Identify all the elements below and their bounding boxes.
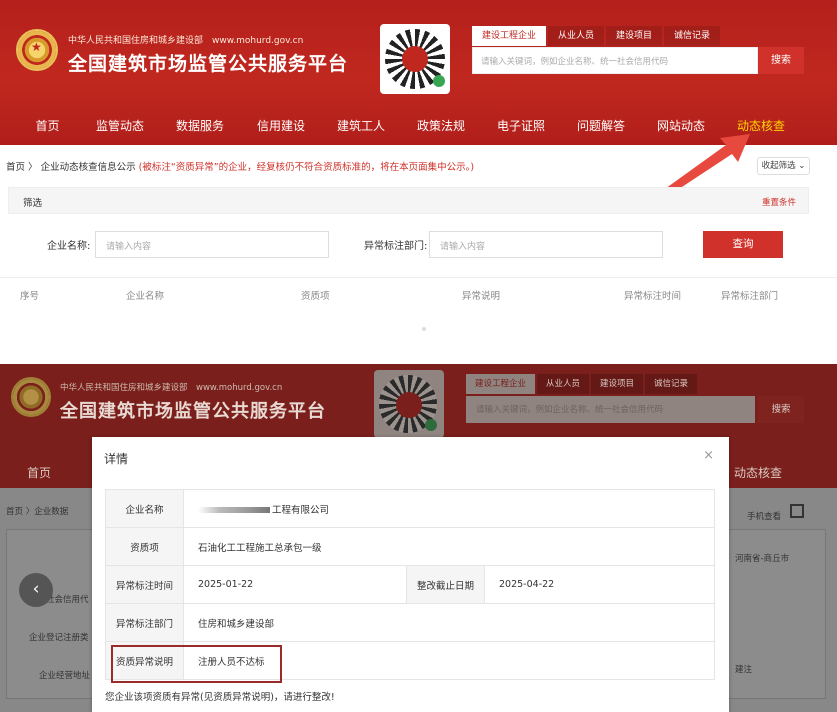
search-tab-personnel[interactable]: 从业人员 <box>548 26 605 46</box>
chevron-right-icon: 〉 <box>28 162 41 173</box>
nav-credit[interactable]: 信用建设 <box>255 108 307 144</box>
search-tabs: 建设工程企业 从业人员 建设项目 诚信记录 <box>472 26 721 46</box>
nav-qa[interactable]: 问题解答 <box>575 108 627 144</box>
registration-type-label: 企业登记注册类 <box>29 633 89 643</box>
nav-home: 首页 <box>27 466 52 480</box>
close-icon[interactable]: × <box>703 448 714 463</box>
company-info-card: 统一社会信用代 企业登记注册类 企业经营地址 <box>6 529 94 699</box>
mini-program-code-icon <box>379 375 437 433</box>
table-row: 异常标注时间 2025-01-22 整改截止日期 2025-04-22 <box>105 565 715 604</box>
rectification-notice: 您企业该项资质有异常(见资质异常说明)，请进行整改! <box>105 692 335 703</box>
col-abnormal-time: 异常标注时间 <box>624 291 682 302</box>
filter-title: 筛选 <box>23 198 43 209</box>
national-emblem-icon: ★ <box>16 29 58 71</box>
site-subtitle: 中华人民共和国住房和城乡建设部 www.mohurd.gov.cn <box>68 36 304 46</box>
table-row: 企业名称 工程有限公司 <box>105 489 715 528</box>
search-input: 请输入关键词，例如企业名称、统一社会信用代码 <box>466 396 755 423</box>
company-name-suffix: 工程有限公司 <box>272 504 330 516</box>
company-info-card-right: 河南省-商丘市 建注 <box>726 529 826 699</box>
filter-bar: 筛选 重置条件 <box>8 187 809 214</box>
abnormal-dept-key: 异常标注部门 <box>105 603 184 642</box>
mobile-view-link: 手机查看 <box>747 512 782 522</box>
company-name-label: 企业名称: <box>47 241 91 252</box>
search-button: 搜索 <box>758 396 804 423</box>
search-tab-credit: 诚信记录 <box>645 374 698 394</box>
search-tab-personnel: 从业人员 <box>537 374 590 394</box>
region-value: 河南省-商丘市 <box>735 554 790 564</box>
nav-e-license[interactable]: 电子证照 <box>467 108 575 144</box>
search-placeholder: 请输入关键词，例如企业名称、统一社会信用代码 <box>481 57 669 67</box>
top-screenshot: ★ 中华人民共和国住房和城乡建设部 www.mohurd.gov.cn 全国建筑… <box>0 0 837 340</box>
deadline-key: 整改截止日期 <box>406 565 485 604</box>
qr-code-icon <box>790 504 804 518</box>
table-row: 资质项 石油化工工程施工总承包一级 <box>105 527 715 566</box>
search-placeholder: 请输入关键词，例如企业名称、统一社会信用代码 <box>476 405 664 415</box>
search-input[interactable]: 请输入关键词，例如企业名称、统一社会信用代码 <box>472 47 758 74</box>
qualification-key: 资质项 <box>105 527 184 566</box>
site-header: ★ 中华人民共和国住房和城乡建设部 www.mohurd.gov.cn 全国建筑… <box>0 0 837 145</box>
col-abnormal-dept: 异常标注部门 <box>721 291 779 302</box>
qr-code <box>380 24 450 94</box>
registration-value: 建注 <box>735 665 753 675</box>
dept-placeholder: 请输入内容 <box>440 242 486 252</box>
qr-code <box>374 370 444 438</box>
col-abnormal-desc: 异常说明 <box>462 291 501 302</box>
abnormal-time-value: 2025-01-22 <box>183 565 407 604</box>
company-name-key: 企业名称 <box>105 489 184 528</box>
breadcrumb: 首页 〉企业数据 <box>6 507 69 517</box>
loading-icon <box>422 327 426 331</box>
table-header: 序号 企业名称 资质项 异常说明 异常标注时间 异常标注部门 <box>0 277 837 307</box>
breadcrumb-current: 企业动态核查信息公示 <box>40 162 136 173</box>
company-name-value: 工程有限公司 <box>183 489 715 528</box>
nav-data-service[interactable]: 数据服务 <box>145 108 255 144</box>
highlight-box <box>111 645 282 683</box>
site-title[interactable]: 全国建筑市场监管公共服务平台 <box>68 49 348 76</box>
nav-dynamic-check: 动态核查 <box>734 466 783 480</box>
table-row: 异常标注部门 住房和城乡建设部 <box>105 603 715 642</box>
dept-label: 异常标注部门: <box>364 241 428 252</box>
breadcrumb: 首页 〉 企业动态核查信息公示 (被标注“资质异常”的企业，经复核仍不符合资质标… <box>6 159 474 173</box>
search-tab-enterprise: 建设工程企业 <box>466 374 536 394</box>
col-company: 企业名称 <box>126 291 165 302</box>
reset-filter-link[interactable]: 重置条件 <box>762 196 796 208</box>
search-tab-project[interactable]: 建设项目 <box>606 26 663 46</box>
publicity-notice: (被标注“资质异常”的企业，经复核仍不符合资质标准的，将在本页面集中公示。) <box>138 162 475 173</box>
company-name-input[interactable]: 请输入内容 <box>95 231 329 258</box>
col-index: 序号 <box>20 291 40 302</box>
query-button[interactable]: 查询 <box>703 231 783 258</box>
nav-policy[interactable]: 政策法规 <box>415 108 467 144</box>
dept-input[interactable]: 请输入内容 <box>429 231 663 258</box>
abnormal-dept-value: 住房和城乡建设部 <box>183 603 715 642</box>
site-subtitle: 中华人民共和国住房和城乡建设部 www.mohurd.gov.cn <box>60 383 283 393</box>
collapse-filter-button[interactable]: 收起筛选 ⌄ <box>757 157 810 175</box>
search-button[interactable]: 搜索 <box>758 47 804 74</box>
search-tab-project: 建设项目 <box>591 374 644 394</box>
search-tab-credit[interactable]: 诚信记录 <box>664 26 721 46</box>
nav-regulatory-news[interactable]: 监管动态 <box>95 108 145 144</box>
mini-program-code-icon <box>385 29 445 89</box>
search-tab-enterprise[interactable]: 建设工程企业 <box>472 26 547 46</box>
nav-home[interactable]: 首页 <box>0 108 95 144</box>
company-name-placeholder: 请输入内容 <box>106 242 152 252</box>
breadcrumb-home[interactable]: 首页 <box>6 162 25 173</box>
redacted-name <box>198 507 270 513</box>
nav-workers[interactable]: 建筑工人 <box>307 108 415 144</box>
search-tabs: 建设工程企业 从业人员 建设项目 诚信记录 <box>466 374 698 394</box>
chevron-left-icon[interactable]: ‹ <box>19 573 53 607</box>
abnormal-time-key: 异常标注时间 <box>105 565 184 604</box>
modal-title: 详情 <box>104 452 129 466</box>
qualification-value: 石油化工工程施工总承包一级 <box>183 527 715 566</box>
deadline-value: 2025-04-22 <box>484 565 715 604</box>
business-address-label: 企业经营地址 <box>39 671 91 681</box>
national-emblem-icon <box>11 377 51 417</box>
site-title: 全国建筑市场监管公共服务平台 <box>60 401 326 422</box>
col-qualification: 资质项 <box>301 291 330 302</box>
